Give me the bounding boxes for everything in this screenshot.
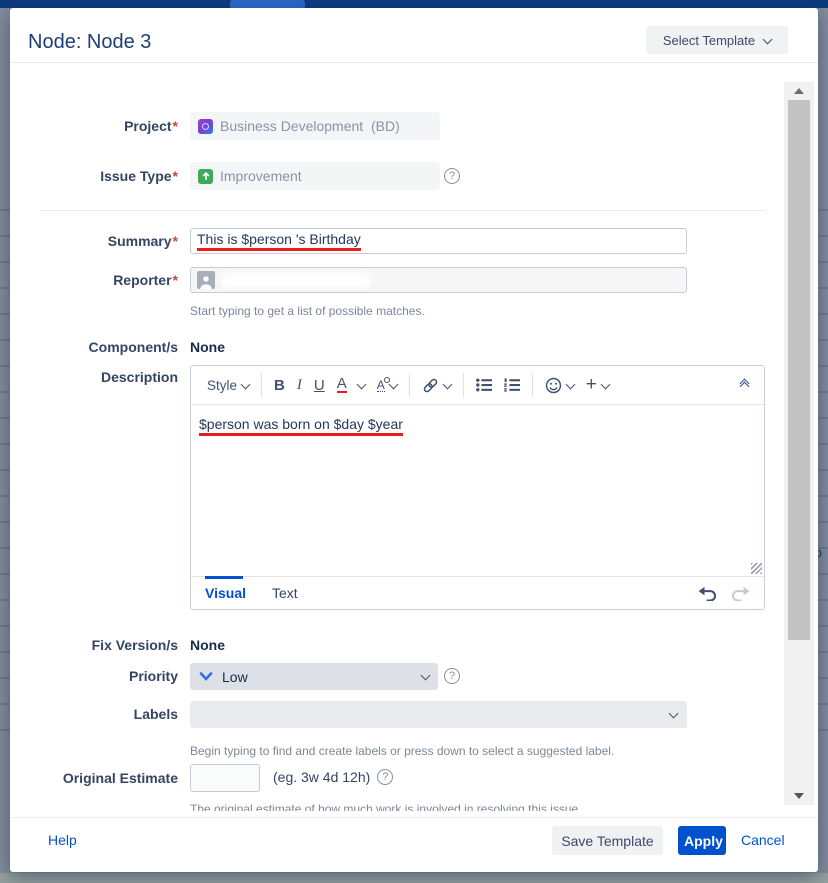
required-asterisk: * [173,168,178,184]
redo-icon[interactable] [731,585,750,601]
page-title: Node: Node 3 [28,31,151,54]
undo-icon[interactable] [698,585,717,601]
chevron-down-icon [421,671,431,681]
reporter-helper-text: Start typing to get a list of possible m… [190,304,425,318]
priority-value: Low [222,669,248,685]
plus-icon: + [586,378,597,392]
original-estimate-label: Original Estimate [10,764,178,792]
underline-button[interactable]: U [308,374,331,397]
select-template-button[interactable]: Select Template [646,26,788,54]
active-tab-indicator [230,0,305,8]
scroll-up-arrow-icon[interactable] [794,88,804,94]
labels-helper-text: Begin typing to find and create labels o… [190,744,614,758]
chevron-down-icon [241,379,251,389]
reporter-name-blurred [221,273,371,288]
emoji-dropdown[interactable] [539,374,580,397]
components-label: Component/s [10,338,178,356]
issue-type-value: Improvement [220,168,302,184]
description-label: Description [10,368,178,386]
toolbar-separator [409,373,410,397]
save-template-button[interactable]: Save Template [552,826,663,855]
priority-select[interactable]: Low [190,663,438,690]
scrollbar-thumb[interactable] [788,100,810,640]
bullet-list-icon [476,378,492,392]
issue-type-help-icon[interactable]: ? [444,168,460,184]
help-link[interactable]: Help [48,832,77,848]
project-field-readonly: Business Development (BD) [190,112,440,140]
cancel-link[interactable]: Cancel [741,832,785,848]
text-color-dropdown[interactable]: A [331,374,371,396]
labels-select[interactable] [190,701,687,728]
issue-type-field-readonly: Improvement [190,162,440,190]
original-estimate-help-icon[interactable]: ? [377,769,393,785]
tab-text[interactable]: Text [272,585,298,601]
editor-toolbar: Style B I U A A + [191,366,764,405]
project-label: Project* [10,112,178,140]
bold-button[interactable]: B [268,374,291,397]
tab-visual[interactable]: Visual [205,585,246,601]
reporter-label: Reporter* [10,267,178,293]
issue-type-label: Issue Type* [10,162,178,190]
project-value: Business Development (BD) [220,118,400,134]
summary-label: Summary* [10,228,178,254]
active-tab-underline [205,576,243,579]
chevron-down-icon [565,379,575,389]
resize-handle[interactable] [751,563,762,574]
link-icon [422,377,439,394]
header-divider [10,62,818,63]
collapse-toolbar-button[interactable] [735,379,754,391]
link-dropdown[interactable] [416,374,457,397]
style-dropdown[interactable]: Style [201,375,255,396]
numbered-list-icon [504,378,520,392]
fix-versions-value: None [190,636,225,654]
editor-mode-tabs: Visual Text [191,577,764,609]
chevron-down-icon [388,379,398,389]
required-asterisk: * [173,118,178,134]
reporter-input[interactable] [190,267,687,293]
fix-versions-label: Fix Version/s [10,636,178,654]
chevron-down-icon [356,379,366,389]
priority-low-icon [199,672,213,681]
text-size-dropdown[interactable]: A [371,376,403,395]
user-avatar-icon [197,271,215,289]
required-asterisk: * [173,233,178,249]
chevron-down-icon [669,709,679,719]
node-dialog: Node: Node 3 Select Template Project* Bu… [10,8,818,872]
dialog-footer: Help Save Template Apply Cancel [10,817,818,872]
project-avatar-icon [198,119,213,134]
italic-button[interactable]: I [291,374,308,397]
improvement-icon [198,169,213,184]
insert-more-dropdown[interactable]: + [580,375,615,395]
description-editor[interactable]: Style B I U A A + [190,365,765,610]
summary-value-misspelled: This is $person 's Birthday [197,231,361,251]
toolbar-separator [261,373,262,397]
required-asterisk: * [173,272,178,288]
chevron-down-icon [763,34,773,44]
chevron-down-icon [442,379,452,389]
labels-label: Labels [10,701,178,728]
apply-button[interactable]: Apply [678,826,726,855]
description-content-area[interactable]: $person was born on $day $year [191,405,764,577]
toolbar-separator [532,373,533,397]
bullet-list-button[interactable] [470,375,498,395]
priority-help-icon[interactable]: ? [444,668,460,684]
original-estimate-example: (eg. 3w 4d 12h) ? [273,769,393,785]
components-value: None [190,338,225,356]
original-estimate-input[interactable] [190,764,260,792]
select-template-label: Select Template [663,33,755,48]
scroll-down-arrow-icon[interactable] [794,793,804,799]
summary-input[interactable]: This is $person 's Birthday [190,228,687,254]
vertical-scrollbar[interactable] [784,82,814,805]
toolbar-separator [463,373,464,397]
numbered-list-button[interactable] [498,375,526,395]
description-text-misspelled: $person was born on $day $year [199,416,403,436]
emoji-icon [545,377,562,394]
dimmed-background-footer [0,873,828,883]
section-divider [40,210,765,211]
chevron-down-icon [600,379,610,389]
original-estimate-helper-clipped: The original estimate of how much work i… [190,802,620,811]
priority-label: Priority [10,663,178,690]
app-topbar [0,0,828,8]
